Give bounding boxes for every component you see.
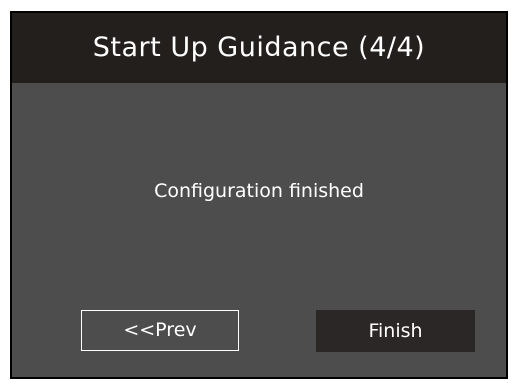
prev-button[interactable]: <<Prev <box>81 310 239 351</box>
dialog-title: Start Up Guidance (4/4) <box>92 32 426 63</box>
startup-guidance-dialog: Start Up Guidance (4/4) Configuration fi… <box>12 13 506 377</box>
finish-button[interactable]: Finish <box>316 310 475 352</box>
title-bar: Start Up Guidance (4/4) <box>12 13 506 83</box>
dialog-frame: Start Up Guidance (4/4) Configuration fi… <box>10 11 508 379</box>
status-message: Configuration finished <box>154 180 364 202</box>
